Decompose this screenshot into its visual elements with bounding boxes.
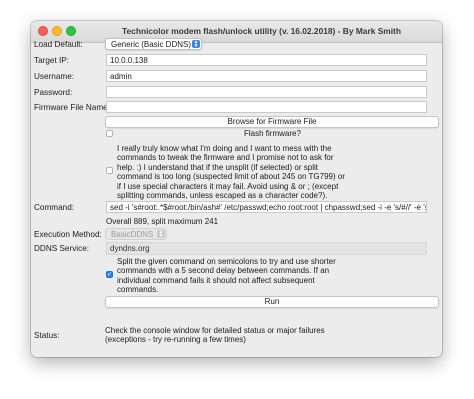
disclaimer-line: I really truly know what I'm doing and I… <box>117 144 332 153</box>
minimize-window-button[interactable] <box>52 26 62 36</box>
split-command-line: commands with a 5 second delay between c… <box>117 266 330 276</box>
disclaimer-line: if I use special characters it may fail.… <box>117 181 339 191</box>
command-input[interactable]: sed -i 's#root:.*$#root:/bin/ash#' /etc/… <box>106 201 427 213</box>
window-title: Technicolor modem flash/unlock utility (… <box>122 26 401 36</box>
chevron-updown-icon: ▲ ▼ <box>192 39 200 49</box>
status-text: Check the console window for detailed st… <box>105 326 325 345</box>
browse-firmware-button[interactable]: Browse for Firmware File <box>105 116 439 128</box>
flash-firmware-checkbox[interactable] <box>106 130 113 137</box>
command-label: Command: <box>34 203 75 212</box>
split-command-text: Split the given command on semicolons to… <box>117 257 336 295</box>
split-command-line: individual command fails it should not a… <box>117 275 315 285</box>
password-input[interactable] <box>106 86 427 98</box>
target-ip-input[interactable]: 10.0.0.138 <box>106 54 427 66</box>
disclaimer-line: command is too long (suspected limit of … <box>117 172 345 182</box>
flash-firmware-label: Flash firmware? <box>244 129 301 138</box>
zoom-window-button[interactable] <box>66 26 76 36</box>
title-bar[interactable]: Technicolor modem flash/unlock utility (… <box>31 21 442 43</box>
close-window-button[interactable] <box>38 26 48 36</box>
status-line: (exceptions - try re-running a few times… <box>105 335 246 345</box>
run-button[interactable]: Run <box>105 296 439 308</box>
load-default-label: Load Default: <box>34 40 83 49</box>
execution-method-value: BasicDDNS <box>111 230 154 239</box>
status-line: Check the console window for detailed st… <box>105 326 325 335</box>
ddns-service-input[interactable]: dyndns.org <box>106 242 427 255</box>
execution-method-select[interactable]: BasicDDNS ▲ ▼ <box>105 228 167 240</box>
command-length-info: Overall 889, split maximum 241 <box>106 217 219 226</box>
password-label: Password: <box>34 88 73 97</box>
chevron-updown-icon: ▲ ▼ <box>157 229 165 239</box>
app-window: Technicolor modem flash/unlock utility (… <box>31 21 442 357</box>
username-label: Username: <box>34 72 75 81</box>
load-default-value: Generic (Basic DDNS) <box>111 40 192 49</box>
split-command-line: commands. <box>117 285 159 295</box>
disclaimer-line: splitting commands, unless escaped as a … <box>117 191 328 201</box>
execution-method-label: Execution Method: <box>34 230 102 239</box>
target-ip-label: Target IP: <box>34 56 70 65</box>
split-command-checkbox[interactable]: ✓ <box>106 271 113 278</box>
disclaimer-line: commands to tweak the firmware and I pro… <box>117 153 334 163</box>
username-input[interactable]: admin <box>106 70 427 82</box>
disclaimer-text: I really truly know what I'm doing and I… <box>117 144 345 200</box>
disclaimer-line: help. :) I understand that if the unspli… <box>117 162 318 172</box>
firmware-file-label: Firmware File Name: <box>34 103 110 112</box>
split-command-line: Split the given command on semicolons to… <box>117 257 336 266</box>
status-label: Status: <box>34 331 60 340</box>
load-default-select[interactable]: Generic (Basic DDNS) ▲ ▼ <box>105 38 202 50</box>
ddns-service-label: DDNS Service: <box>34 244 90 253</box>
disclaimer-checkbox[interactable] <box>106 167 113 174</box>
firmware-file-input[interactable] <box>106 101 427 113</box>
